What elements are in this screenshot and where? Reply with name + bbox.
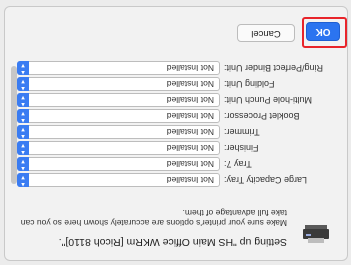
- rotated-screen: Setting up "HS Main Office WKRm [Ricoh 8…: [0, 0, 351, 265]
- option-popup-large-capacity-tray[interactable]: Not Installed ▲ ▼: [17, 173, 220, 187]
- option-label: Ring/Perfect Binder Unit:: [224, 63, 324, 73]
- option-label: Finisher:: [224, 143, 259, 153]
- option-popup-folding-unit[interactable]: Not Installed ▲ ▼: [17, 77, 220, 91]
- option-row-ring-perfect-binder-unit: Ring/Perfect Binder Unit: Not Installed …: [5, 58, 339, 76]
- ok-button-highlight: OK: [302, 17, 347, 48]
- updown-chevron-icon: ▲ ▼: [17, 125, 29, 139]
- option-value: Not Installed: [166, 111, 214, 121]
- option-popup-trimmer[interactable]: Not Installed ▲ ▼: [17, 125, 220, 139]
- option-popup-ring-perfect-binder-unit[interactable]: Not Installed ▲ ▼: [17, 61, 220, 75]
- option-popup-tray-7[interactable]: Not Installed ▲ ▼: [17, 157, 220, 171]
- option-popup-finisher[interactable]: Not Installed ▲ ▼: [17, 141, 220, 155]
- option-label: Tray 7:: [224, 159, 252, 169]
- option-row-large-capacity-tray: Large Capacity Tray: Not Installed ▲ ▼: [5, 170, 339, 188]
- updown-chevron-icon: ▲ ▼: [17, 109, 29, 123]
- sheet-footer: Cancel OK: [5, 5, 347, 50]
- option-row-tray-7: Tray 7: Not Installed ▲ ▼: [5, 154, 339, 172]
- ok-button[interactable]: OK: [306, 22, 340, 41]
- updown-chevron-icon: ▲ ▼: [17, 173, 29, 187]
- updown-chevron-icon: ▲ ▼: [17, 61, 29, 75]
- option-label: Trimmer:: [224, 127, 260, 137]
- option-value: Not Installed: [166, 95, 214, 105]
- updown-chevron-icon: ▲ ▼: [17, 141, 29, 155]
- printer-setup-sheet: Setting up "HS Main Office WKRm [Ricoh 8…: [4, 6, 348, 261]
- option-row-trimmer: Trimmer: Not Installed ▲ ▼: [5, 122, 339, 140]
- option-label: Multi-hole Punch Unit:: [224, 95, 313, 105]
- printer-icon: [303, 225, 329, 243]
- option-label: Large Capacity Tray:: [224, 175, 308, 185]
- option-value: Not Installed: [166, 63, 214, 73]
- option-label: Folding Unit:: [224, 79, 275, 89]
- updown-chevron-icon: ▲ ▼: [17, 93, 29, 107]
- cancel-button[interactable]: Cancel: [237, 24, 295, 42]
- option-value: Not Installed: [166, 79, 214, 89]
- option-label: Booklet Processor:: [224, 111, 300, 121]
- sheet-title: Setting up "HS Main Office WKRm [Ricoh 8…: [58, 236, 287, 248]
- option-row-finisher: Finisher: Not Installed ▲ ▼: [5, 138, 339, 156]
- option-row-multi-hole-punch-unit: Multi-hole Punch Unit: Not Installed ▲ ▼: [5, 90, 339, 108]
- updown-chevron-icon: ▲ ▼: [17, 157, 29, 171]
- option-value: Not Installed: [166, 175, 214, 185]
- sheet-header: Setting up "HS Main Office WKRm [Ricoh 8…: [5, 192, 347, 260]
- option-popup-multi-hole-punch-unit[interactable]: Not Installed ▲ ▼: [17, 93, 220, 107]
- option-value: Not Installed: [166, 127, 214, 137]
- options-scrollbar[interactable]: [11, 66, 17, 184]
- updown-chevron-icon: ▲ ▼: [17, 77, 29, 91]
- sheet-description: Make sure your printer's options are acc…: [20, 208, 287, 228]
- options-list: Large Capacity Tray: Not Installed ▲ ▼ Tr…: [5, 56, 339, 188]
- option-row-folding-unit: Folding Unit: Not Installed ▲ ▼: [5, 74, 339, 92]
- option-row-booklet-processor: Booklet Processor: Not Installed ▲ ▼: [5, 106, 339, 124]
- option-value: Not Installed: [166, 159, 214, 169]
- option-value: Not Installed: [166, 143, 214, 153]
- option-popup-booklet-processor[interactable]: Not Installed ▲ ▼: [17, 109, 220, 123]
